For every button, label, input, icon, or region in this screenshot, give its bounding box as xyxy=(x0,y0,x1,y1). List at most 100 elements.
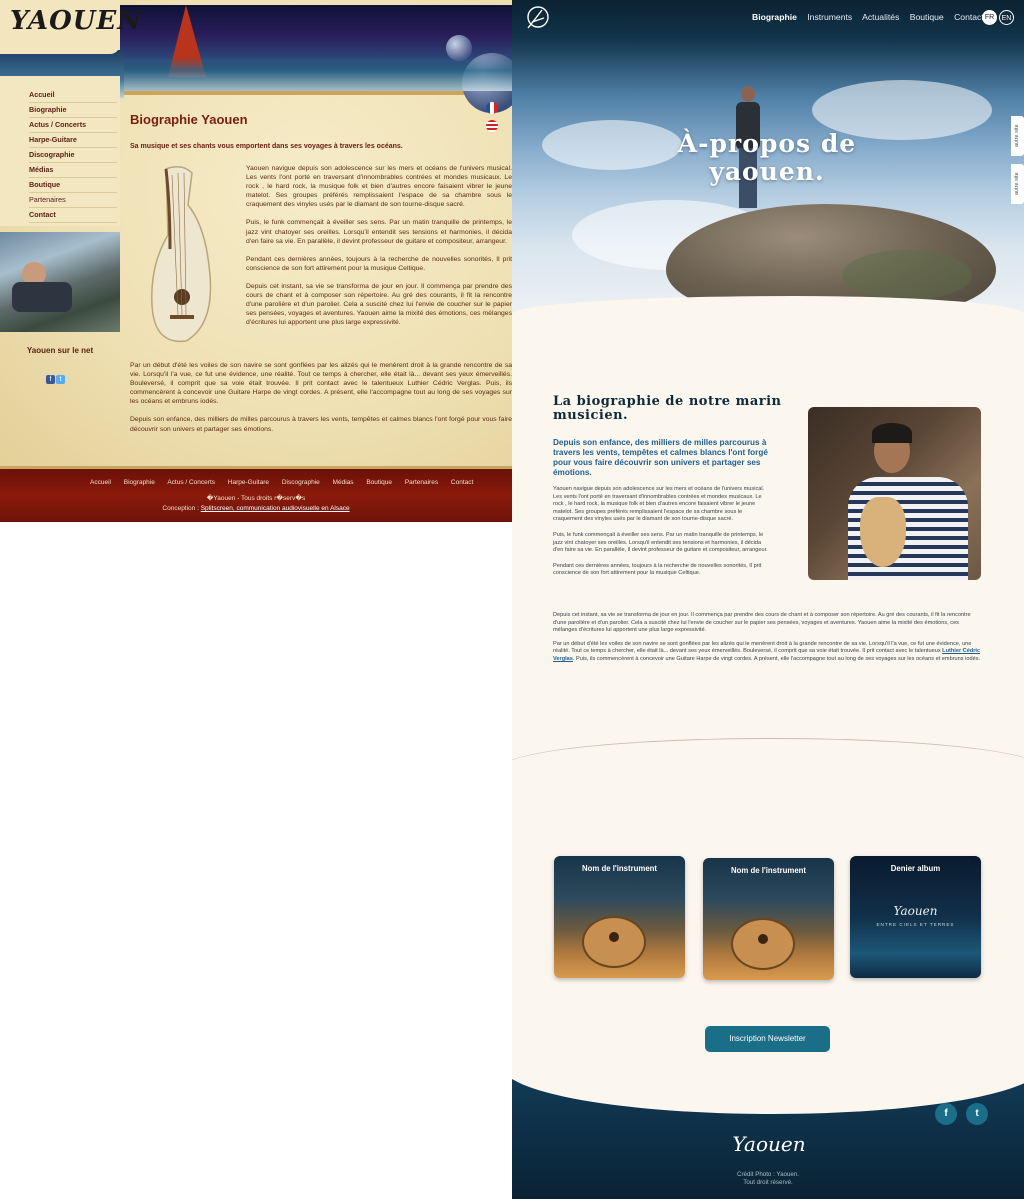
card-title: Denier album xyxy=(890,864,941,873)
instrument-card[interactable]: Nom de l'instrument xyxy=(703,858,834,980)
old-footer-link[interactable]: Médias xyxy=(333,479,354,486)
album-card[interactable]: Denier album Yaouen ENTRE CIELS ET TERRE… xyxy=(850,856,981,978)
bio-text-after-link: . Puis, ils commencèrent à concevoir une… xyxy=(572,655,981,662)
section-wave-divider xyxy=(512,738,1024,768)
old-footer-link[interactable]: Harpe-Guitare xyxy=(228,479,269,486)
card-title: Nom de l'instrument xyxy=(730,866,807,875)
old-nav-partenaires[interactable]: Partenaires xyxy=(29,193,117,208)
hero-section: À-propos de yaouen. xyxy=(512,0,1024,320)
bio-text-block: Yaouen navigue depuis son adolescence su… xyxy=(553,486,773,586)
facebook-icon[interactable]: f xyxy=(46,375,55,384)
old-footer-link[interactable]: Contact xyxy=(451,479,473,486)
new-website: À-propos de yaouen. Biographie Instrumen… xyxy=(512,0,1024,1199)
old-footer-link[interactable]: Boutique xyxy=(366,479,392,486)
section-title: La biographie de notre marin musicien. xyxy=(553,394,782,423)
bio-paragraph: Yaouen navigue depuis son adolescence su… xyxy=(553,486,765,523)
old-nav-harpe-guitare[interactable]: Harpe-Guitare xyxy=(29,133,117,148)
twitter-icon[interactable]: t xyxy=(56,375,65,384)
old-nav-boutique[interactable]: Boutique xyxy=(29,178,117,193)
old-nav-medias[interactable]: Médias xyxy=(29,163,117,178)
old-footer: Accueil Biographie Actus / Concerts Harp… xyxy=(0,466,512,522)
french-flag-icon[interactable] xyxy=(486,102,498,114)
new-main-menu: Biographie Instruments Actualités Boutiq… xyxy=(752,12,992,22)
old-bio-full: Par un début d'été les voiles de son nav… xyxy=(130,361,512,443)
hero-moss xyxy=(842,250,972,300)
old-nav-contact[interactable]: Contact xyxy=(29,208,117,223)
yaouen-mark-icon[interactable] xyxy=(522,4,550,32)
old-footer-link[interactable]: Biographie xyxy=(124,479,155,486)
twitter-icon[interactable]: t xyxy=(966,1103,988,1125)
bio-paragraph: Puis, le funk commençait à éveiller ses … xyxy=(553,531,768,554)
hero-title: À-propos de yaouen. xyxy=(677,129,857,186)
card-title: Nom de l'instrument xyxy=(581,864,658,873)
new-topbar: Biographie Instruments Actualités Boutiq… xyxy=(512,0,1024,38)
old-credits: Conception : Splitscreen, communication … xyxy=(0,505,512,512)
old-footer-link[interactable]: Discographie xyxy=(282,479,320,486)
footer-credit: Crédit Photo : Yaouen. Tout droit réserv… xyxy=(512,1171,1024,1187)
old-nav-accueil[interactable]: Accueil xyxy=(29,88,117,103)
old-footer-link[interactable]: Accueil xyxy=(90,479,111,486)
old-page-title: Biographie Yaouen xyxy=(130,112,248,127)
old-bio-paragraph: Yaouen navigue depuis son adolescence su… xyxy=(246,165,512,209)
side-tab-other-site[interactable]: autre site xyxy=(1011,164,1024,204)
section-lead: Depuis son enfance, des milliers de mill… xyxy=(553,438,768,477)
photo-person-body xyxy=(12,282,72,312)
bio-paragraph: Depuis cet instant, sa vie se transforma… xyxy=(553,612,971,634)
person-head xyxy=(741,86,755,102)
old-concept-label: Conception : xyxy=(162,505,199,512)
old-language-flags xyxy=(486,101,512,137)
bio-paragraph: Par un début d'été les voiles de son nav… xyxy=(553,641,983,664)
old-bio-paragraph: Pendant ces dernières années, toujours à… xyxy=(246,255,512,272)
old-footer-nav: Accueil Biographie Actus / Concerts Harp… xyxy=(90,479,484,486)
bio-paragraph: Pendant ces dernières années, toujours à… xyxy=(553,562,762,577)
menu-instruments[interactable]: Instruments xyxy=(807,12,852,22)
old-concept-link[interactable]: Splitscreen, communication audiovisuelle… xyxy=(201,505,350,512)
portrait-hair xyxy=(872,423,912,443)
menu-boutique[interactable]: Boutique xyxy=(910,12,944,22)
old-footer-link[interactable]: Partenaires xyxy=(405,479,438,486)
logo-box[interactable]: YAOUEN xyxy=(0,0,141,54)
newsletter-button[interactable]: Inscription Newsletter xyxy=(705,1026,830,1052)
old-sidebar-nav: Accueil Biographie Actus / Concerts Harp… xyxy=(0,76,120,226)
instrument-card[interactable]: Nom de l'instrument xyxy=(554,856,685,978)
menu-actualites[interactable]: Actualités xyxy=(862,12,899,22)
old-sidebar-photo xyxy=(0,232,120,332)
facebook-icon[interactable]: f xyxy=(935,1103,957,1125)
old-bio-paragraph: Depuis cet instant, sa vie se transforma… xyxy=(246,282,512,327)
old-nav-actus[interactable]: Actus / Concerts xyxy=(29,118,117,133)
old-nav-biographie[interactable]: Biographie xyxy=(29,103,117,118)
old-nav-discographie[interactable]: Discographie xyxy=(29,148,117,163)
guitar-body-icon xyxy=(733,920,793,968)
comparison-screenshot: YAOUEN Accueil Biographie Actus / Concer… xyxy=(0,0,1024,1199)
side-tab-other-site[interactable]: autre site xyxy=(1011,116,1024,156)
bio-text-before-link: Par un début d'été les voiles de son nav… xyxy=(553,640,972,655)
lang-fr-button[interactable]: FR xyxy=(982,10,997,25)
banner-waves xyxy=(120,57,512,91)
old-bio-paragraph: Puis, le funk commençait à éveiller ses … xyxy=(246,219,512,245)
album-logo: Yaouen xyxy=(893,904,938,918)
old-copyright: �Yaouen - Tous droits r�serv�s xyxy=(206,495,306,502)
album-subtitle: ENTRE CIELS ET TERRES xyxy=(876,922,955,927)
old-subtitle: Sa musique et ses chants vous emportent … xyxy=(130,143,403,150)
menu-biographie[interactable]: Biographie xyxy=(752,12,797,22)
old-footer-link[interactable]: Actus / Concerts xyxy=(167,479,215,486)
guitar-soundhole-icon xyxy=(758,934,768,944)
lang-en-button[interactable]: EN xyxy=(999,10,1014,25)
menu-contact[interactable]: Contact xyxy=(954,12,984,22)
harp-guitar-illustration xyxy=(151,166,212,343)
old-bio-paragraph: Par un début d'été les voiles de son nav… xyxy=(130,362,512,406)
english-flag-icon[interactable] xyxy=(486,120,498,132)
guitar-soundhole-icon xyxy=(609,932,619,942)
footer-credit-line: Tout droit réservé. xyxy=(743,1179,793,1186)
footer-logo[interactable]: Yaouen xyxy=(724,1132,814,1156)
old-logo[interactable]: YAOUEN xyxy=(10,6,142,36)
old-net-title: Yaouen sur le net xyxy=(26,346,94,355)
old-bio-column: Yaouen navigue depuis son adolescence su… xyxy=(246,164,512,336)
guitar-body-icon xyxy=(584,918,644,966)
artist-portrait xyxy=(808,407,981,580)
old-social: ft xyxy=(46,368,66,386)
header-banner xyxy=(120,5,512,113)
old-bio-paragraph: Depuis son enfance, des milliers de mill… xyxy=(130,416,512,433)
footer-credit-line: Crédit Photo : Yaouen. xyxy=(736,1171,800,1178)
bio-text-full: Depuis cet instant, sa vie se transforma… xyxy=(553,612,983,670)
